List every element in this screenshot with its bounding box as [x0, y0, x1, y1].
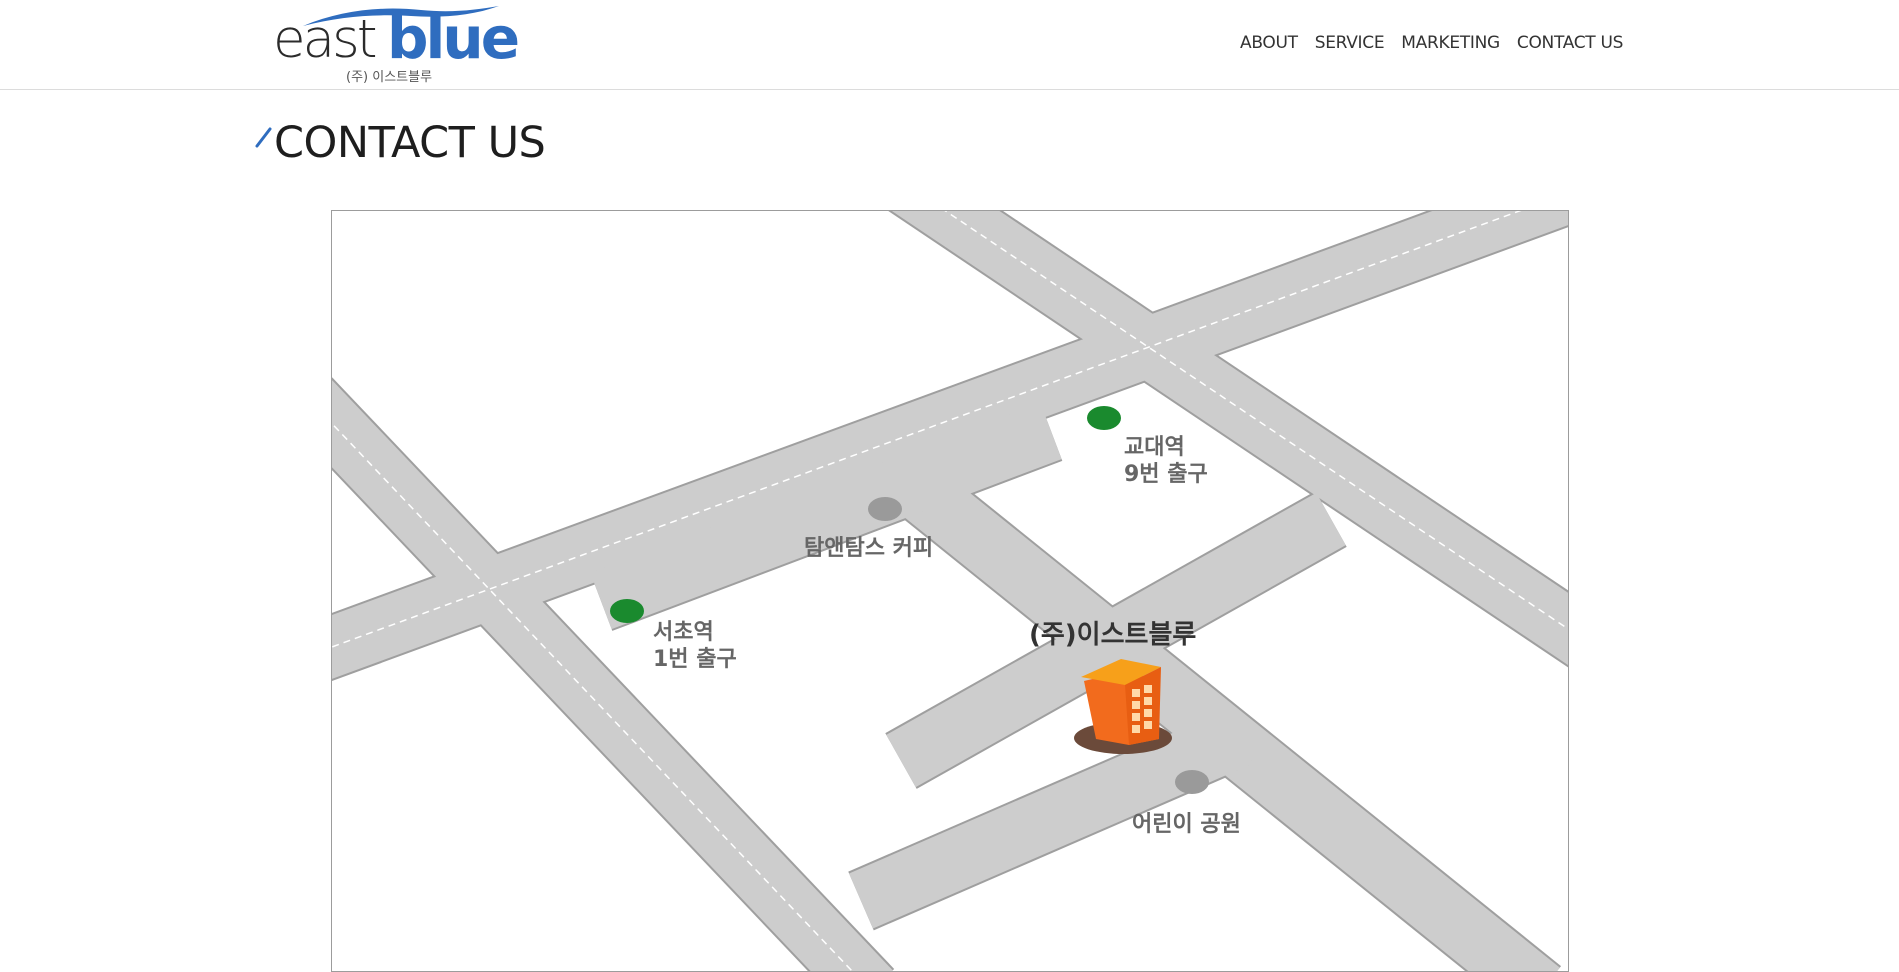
tomtoms-marker: [868, 497, 902, 521]
seocho-station-marker: [610, 599, 644, 623]
map-illustration: (주)이스트블루 교대역 9번 출구 탐앤탐스 커피 서초역 1번 출구 어린이…: [332, 211, 1568, 971]
seocho-label-line1: 서초역: [653, 620, 714, 645]
nav-about-link[interactable]: ABOUT: [1240, 33, 1298, 53]
kyodae-label-line2: 9번 출구: [1124, 462, 1208, 487]
tomtoms-label: 탐앤탐스 커피: [804, 536, 933, 561]
kyodae-label-line1: 교대역: [1124, 435, 1185, 460]
logo-blue-text: blue: [387, 4, 520, 72]
nav-service-link[interactable]: SERVICE: [1315, 33, 1385, 53]
seocho-label-line2: 1번 출구: [653, 647, 737, 672]
main-nav: ABOUT SERVICE MARKETING CONTACT US: [1240, 33, 1623, 53]
location-map: (주)이스트블루 교대역 9번 출구 탐앤탐스 커피 서초역 1번 출구 어린이…: [331, 210, 1569, 972]
kyodae-station-marker: [1087, 406, 1121, 430]
road-surface: [332, 211, 1568, 971]
title-slash-icon: [255, 127, 272, 148]
nav-contact-link[interactable]: CONTACT US: [1517, 33, 1624, 53]
logo-subtitle: (주) 이스트블루: [346, 70, 433, 85]
company-label: (주)이스트블루: [1029, 620, 1196, 650]
park-label: 어린이 공원: [1132, 812, 1241, 837]
page-title: CONTACT US: [274, 118, 546, 168]
logo-east-text: east: [273, 9, 377, 70]
eastblue-logo[interactable]: east blue (주) 이스트블루: [273, 4, 520, 88]
nav-marketing-link[interactable]: MARKETING: [1401, 33, 1500, 53]
site-header: east blue (주) 이스트블루 ABOUT SERVICE MARKET…: [0, 0, 1899, 90]
park-marker: [1175, 770, 1209, 794]
